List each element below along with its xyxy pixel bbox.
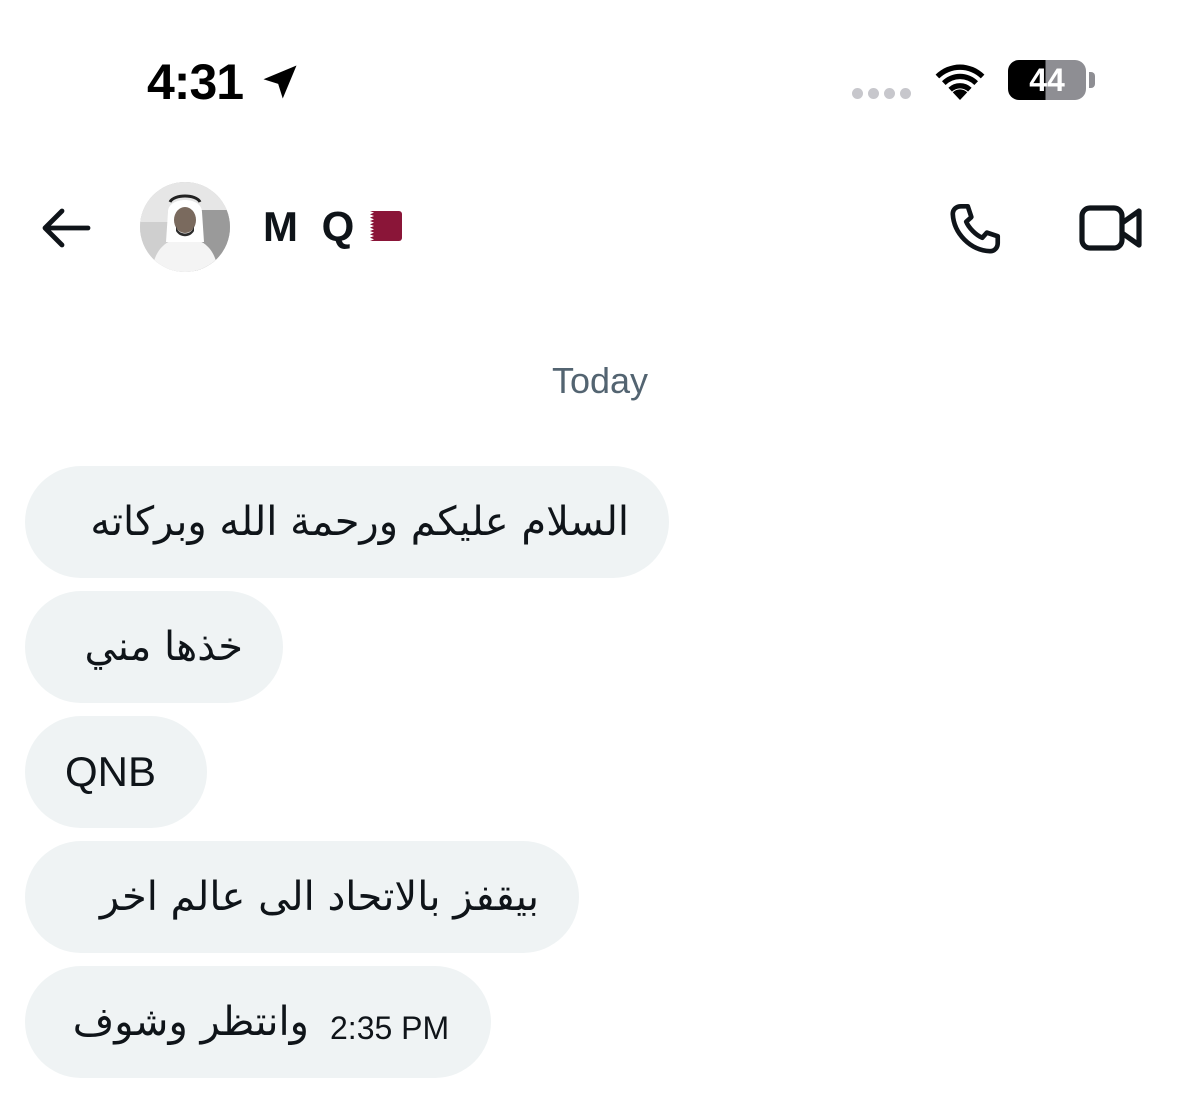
date-divider: Today	[551, 360, 649, 401]
status-bar: 4:31 44	[0, 0, 1200, 150]
message-text: وانتظر وشوف	[72, 999, 309, 1045]
message-bubble[interactable]: السلام عليكم ورحمة الله وبركاته	[25, 466, 669, 578]
message-timestamp: 2:35 PM	[330, 1010, 450, 1046]
qatar-flag-icon	[357, 211, 402, 241]
battery-level: 44	[1029, 62, 1065, 98]
status-time: 4:31	[147, 54, 244, 110]
wifi-icon	[935, 64, 985, 100]
battery-icon: 44	[1008, 60, 1086, 100]
back-arrow-icon[interactable]	[38, 200, 94, 256]
battery-cap	[1089, 72, 1095, 88]
phone-icon[interactable]	[944, 198, 1006, 260]
message-text: بيقفز بالاتحاد الى عالم اخر	[99, 874, 539, 920]
cellular-signal-icon	[852, 88, 911, 99]
location-arrow-icon	[263, 65, 297, 99]
message-text: QNB	[65, 748, 157, 795]
message-bubble[interactable]: QNB	[25, 716, 207, 828]
video-camera-icon[interactable]	[1078, 202, 1144, 254]
message-bubble[interactable]: بيقفز بالاتحاد الى عالم اخر	[25, 841, 579, 953]
message-text: السلام عليكم ورحمة الله وبركاته	[90, 499, 629, 545]
contact-name[interactable]: M Q	[263, 202, 360, 252]
message-bubble[interactable]: خذها مني	[25, 591, 283, 703]
message-text: خذها مني	[84, 624, 243, 670]
message-bubble[interactable]: وانتظر وشوف 2:35 PM	[25, 966, 491, 1078]
avatar-image	[140, 182, 230, 272]
avatar[interactable]	[140, 182, 230, 272]
conversation-header: M Q	[0, 160, 1200, 290]
